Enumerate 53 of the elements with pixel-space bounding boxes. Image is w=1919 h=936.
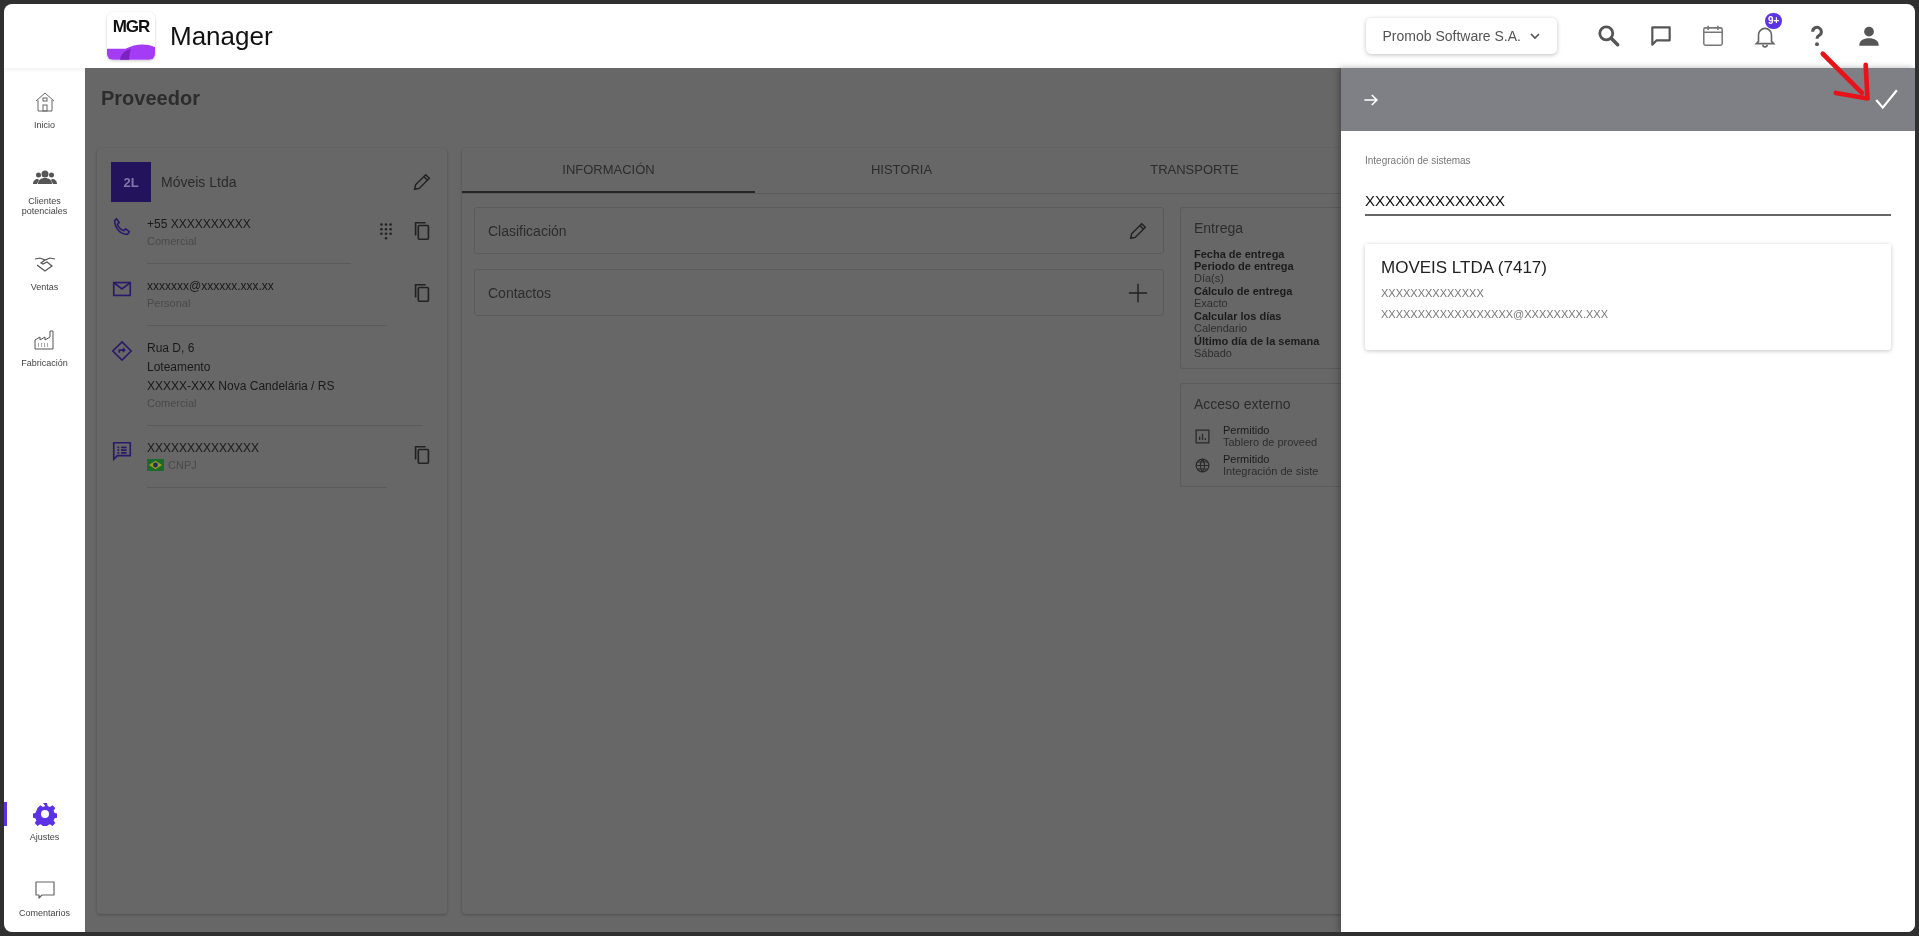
add-icon[interactable] [1127,281,1149,304]
factory-icon [32,328,57,352]
directions-icon [111,340,133,362]
field-label: Periodo de entrega [1194,260,1295,272]
contact-text: Rua D, 6 [147,340,196,357]
section-title: Clasificación [488,222,567,239]
search-icon[interactable] [1596,23,1622,49]
field-label: Último día de la semana [1194,335,1321,347]
result-detail: XXXXXXXXXXXXXX [1381,286,1485,301]
chat-icon[interactable] [1648,23,1674,49]
app-name: Manager [170,20,273,52]
sidebar-item[interactable]: Fabricación [4,328,85,368]
field-label: Cálculo de entrega [1194,285,1294,297]
globe-icon [1194,457,1211,474]
notification-badge: 9+ [1765,13,1783,29]
sidebar-item[interactable]: Inicio [4,90,85,130]
card-title: Entrega [1194,220,1245,236]
field-label: Fecha de entrega [1194,248,1286,260]
field-label: Calcular los días [1194,310,1283,322]
access-status: Permitido [1223,453,1271,465]
result-card[interactable]: MOVEIS LTDA (7417) XXXXXXXXXXXXXX XXXXXXXXXXXXXXXXXX@XXXXXXXX.XXX [1365,244,1891,350]
sidebar-item[interactable]: Comentarios [4,878,85,918]
edit-icon[interactable] [411,171,433,193]
contact-text: XXXXX-XXX Nova Candelária / RS [147,378,336,395]
contact-text: XXXXXXXXXXXXXX [147,440,261,457]
supplier-name: Móveis Ltda [161,174,238,190]
sidebar-item[interactable]: Clientes potenciales [4,166,85,216]
card-title: Acceso externo [1194,396,1292,412]
field-value: Exacto [1194,297,1229,310]
app-logo: MGR [107,12,155,60]
bar-chart-icon [1194,428,1211,445]
field-value: Día(s) [1194,272,1225,285]
field-value: Calendario [1194,322,1249,335]
access-target: Integración de siste [1223,465,1319,478]
contact-text: xxxxxxx@xxxxxx.xxx.xx [147,278,275,295]
sidebar-item[interactable]: Ajustes [4,802,85,842]
result-detail: XXXXXXXXXXXXXXXXXX@XXXXXXXX.XXX [1381,307,1609,322]
field-label: Integración de sistemas [1365,155,1472,166]
field-value: Sábado [1194,347,1233,360]
result-title: MOVEIS LTDA (7417) [1381,258,1548,278]
flag-icon [147,459,164,471]
contact-text: Loteamento [147,359,212,376]
section-title: Contactos [488,284,552,301]
supplier-avatar: 2L [111,162,151,202]
phone-icon [111,216,133,238]
sidebar-item[interactable]: Ventas [4,252,85,292]
settings-icon [32,802,57,826]
calendar-icon[interactable] [1700,23,1726,49]
document-icon [111,440,133,462]
page-title: Proveedor [100,86,201,111]
access-status: Permitido [1223,424,1271,436]
company-select[interactable]: Promob Software S.A. [1366,18,1557,54]
contact-text: +55 XXXXXXXXXX [147,216,252,233]
